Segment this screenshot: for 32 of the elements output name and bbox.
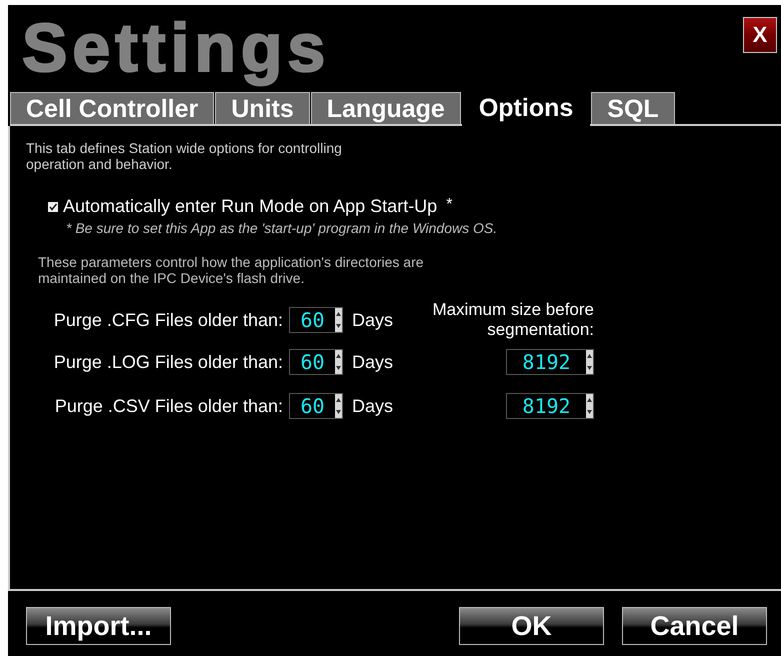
tab[interactable]: SQL	[591, 92, 675, 124]
tab[interactable]: Language	[310, 92, 461, 124]
checkbox[interactable]	[48, 202, 58, 212]
checkbox-label[interactable]: Automatically enter Run Mode on App Start-Up	[63, 196, 438, 217]
unit-label: Days	[351, 396, 394, 416]
number-spinner[interactable]: 60	[289, 393, 343, 419]
tab[interactable]: Cell Controller	[10, 92, 214, 124]
description-text: This tab defines Station wide options for controlling operation and behavior.	[26, 140, 343, 172]
number-spinner[interactable]: 60	[289, 307, 343, 333]
field-label: Purge .CSV Files older than:	[54, 396, 284, 416]
spinner-icon[interactable]	[586, 394, 593, 418]
number-spinner[interactable]: 8192	[506, 349, 594, 375]
unit-label: Days	[351, 352, 394, 372]
note-text: * Be sure to set this App as the 'start-up' program in the Windows OS.	[66, 220, 498, 236]
asterisk: *	[446, 196, 452, 214]
spinner-icon[interactable]	[335, 394, 342, 418]
number-spinner[interactable]: 8192	[506, 393, 594, 419]
field-label: Purge .LOG Files older than:	[52, 352, 284, 372]
spinner-icon[interactable]	[586, 350, 593, 374]
column-heading: Maximum size before segmentation:	[431, 300, 594, 340]
import-button[interactable]: Import...	[26, 607, 171, 645]
directories-text: These parameters control how the application's directories are maintained on the IPC Device's flash drive.	[38, 254, 425, 286]
cancel-button[interactable]: Cancel	[622, 607, 767, 645]
spinner-icon[interactable]	[335, 308, 342, 332]
ok-button[interactable]: OK	[459, 607, 604, 645]
spinner-icon[interactable]	[335, 350, 342, 374]
window-title: Settings	[22, 9, 330, 87]
tab[interactable]: Units	[215, 92, 310, 124]
number-spinner[interactable]: 60	[289, 349, 343, 375]
field-label: Purge .CFG Files older than:	[52, 310, 284, 330]
unit-label: Days	[351, 310, 394, 330]
close-button[interactable]: X	[743, 17, 777, 53]
